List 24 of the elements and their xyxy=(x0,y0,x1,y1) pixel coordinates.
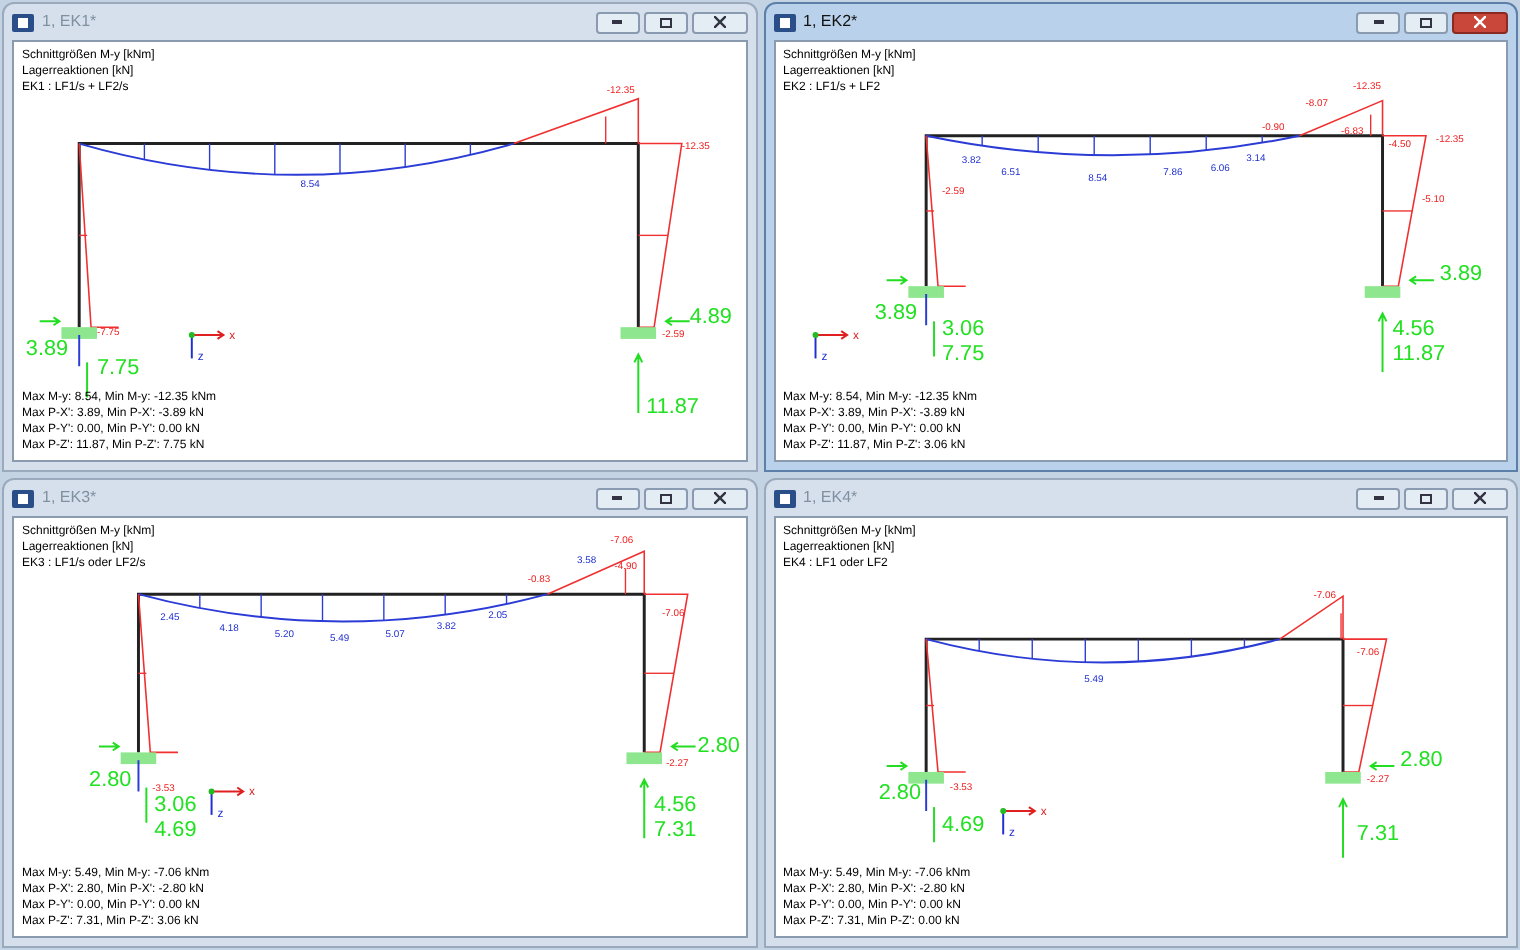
window-title: 1, EK4* xyxy=(803,486,858,510)
reaction-value: 11.87 xyxy=(1391,342,1445,367)
reaction-value: 3.06 xyxy=(940,317,984,341)
reaction-value: 3.06 xyxy=(154,793,197,817)
reaction-value: 2.80 xyxy=(697,734,740,759)
window-title: 1, EK3* xyxy=(42,486,97,510)
reaction-value: 7.31 xyxy=(1355,822,1399,847)
reaction-value: 7.31 xyxy=(654,818,697,843)
reaction-value: 2.80 xyxy=(1399,748,1442,773)
reaction-value: 4.56 xyxy=(654,793,697,817)
reaction-value: 11.87 xyxy=(646,395,699,420)
reaction-value: 4.69 xyxy=(940,812,984,837)
reaction-value: 3.89 xyxy=(1438,262,1482,287)
reaction-value: 3.89 xyxy=(873,301,917,326)
reaction-value: 7.75 xyxy=(940,342,984,367)
reaction-value: 3.89 xyxy=(25,336,69,361)
reaction-value: 4.89 xyxy=(689,305,732,330)
reaction-value: 7.75 xyxy=(97,356,140,380)
window-title: 1, EK2* xyxy=(803,10,858,34)
reaction-value: 2.80 xyxy=(89,767,132,792)
window-title: 1, EK1* xyxy=(42,10,97,34)
reaction-value: 2.80 xyxy=(877,781,920,806)
reaction-value: 4.69 xyxy=(154,818,197,843)
reaction-value: 4.56 xyxy=(1391,317,1434,341)
